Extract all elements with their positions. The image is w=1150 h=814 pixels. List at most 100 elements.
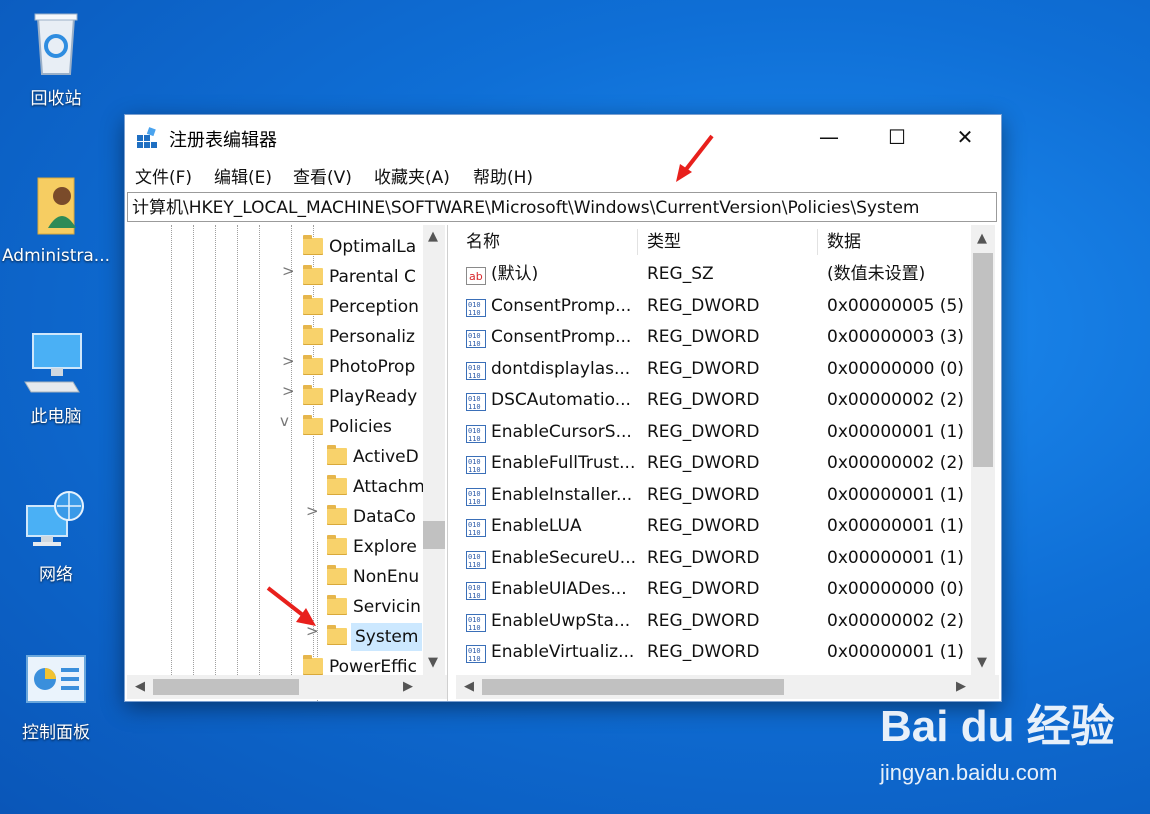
desktop-icon-this-pc[interactable]: 此电脑 (1, 330, 111, 427)
svg-text:110: 110 (468, 340, 481, 348)
menu-help[interactable]: 帮助(H) (473, 163, 533, 188)
value-data: 0x00000000 (0) (827, 358, 964, 379)
value-data: 0x00000001 (1) (827, 516, 964, 536)
scroll-thumb[interactable] (153, 679, 299, 695)
dword-value-icon: 010 110 (466, 328, 486, 348)
value-name: ConsentPromp... (491, 327, 632, 347)
value-name: EnableFullTrust... (491, 453, 635, 473)
collapse-icon[interactable]: v (280, 412, 289, 430)
dword-value-icon: 010 110 (466, 643, 486, 663)
close-icon: ✕ (956, 125, 974, 149)
menu-favorites[interactable]: 收藏夹(A) (374, 163, 450, 188)
value-row[interactable]: 010 110 EnableInstaller... REG_DWORD 0x00000… (456, 480, 971, 511)
scroll-left-icon[interactable]: ◀ (135, 679, 145, 694)
value-row[interactable]: 010 110 EnableLUA REG_DWORD 0x00000001 (1) (456, 511, 971, 542)
folder-icon (327, 475, 347, 495)
value-name: EnableVirtualiz... (491, 642, 635, 662)
value-type: REG_DWORD (647, 453, 760, 473)
folder-icon (303, 355, 323, 375)
address-bar[interactable]: 计算机\HKEY_LOCAL_MACHINE\SOFTWARE\Microsof… (127, 192, 997, 222)
tree-vertical-scrollbar[interactable]: ▲ ▼ (423, 225, 445, 675)
string-value-icon: ab (466, 265, 486, 285)
scroll-right-icon[interactable]: ▶ (403, 679, 413, 694)
desktop-icon-network[interactable]: 网络 (1, 488, 111, 585)
value-row[interactable]: 010 110 DSCAutomatio... REG_DWORD 0x00000002… (456, 385, 971, 416)
close-button[interactable]: ✕ (931, 115, 999, 159)
value-data: 0x00000001 (1) (827, 421, 964, 442)
value-row[interactable]: 010 110 EnableUwpSta... REG_DWORD 0x00000002… (456, 606, 971, 637)
expand-icon[interactable]: > (282, 382, 295, 400)
value-type: REG_DWORD (647, 421, 760, 442)
list-vertical-scrollbar[interactable]: ▲ ▼ (971, 225, 995, 675)
column-header-type[interactable]: 类型 (647, 225, 681, 259)
folder-icon (327, 595, 347, 615)
value-data: 0x00000002 (2) (827, 390, 964, 410)
user-folder-icon (37, 177, 76, 235)
baidu-jingyan-watermark: Bai du 经验 jingyan.baidu.com (880, 690, 1140, 790)
svg-text:010: 010 (468, 364, 481, 372)
value-row[interactable]: 010 110 EnableVirtualiz... REG_DWORD 0x00000… (456, 637, 971, 668)
desktop-icon-control-panel[interactable]: 控制面板 (1, 652, 111, 743)
network-icon (26, 491, 84, 546)
value-row[interactable]: ab (默认) REG_SZ (数值未设置) (456, 259, 971, 290)
folder-icon (327, 535, 347, 555)
value-row[interactable]: 010 110 EnableFullTrust... REG_DWORD 0x00000… (456, 448, 971, 479)
value-row[interactable]: 010 110 ConsentPromp... REG_DWORD 0x00000003… (456, 322, 971, 353)
tree-horizontal-scrollbar[interactable]: ◀ ▶ (127, 675, 447, 699)
value-type: REG_DWORD (647, 390, 760, 410)
menu-view[interactable]: 查看(V) (293, 163, 352, 188)
dword-value-icon: 010 110 (466, 486, 486, 506)
scroll-down-icon[interactable]: ▼ (428, 655, 438, 670)
watermark-brand: Bai du 经验 (880, 702, 1115, 751)
scroll-up-icon[interactable]: ▲ (428, 229, 438, 244)
desktop-icon-recycle-bin[interactable]: 回收站 (1, 8, 111, 109)
value-row[interactable]: 010 110 EnableSecureU... REG_DWORD 0x0000000… (456, 543, 971, 574)
watermark-url: jingyan.baidu.com (880, 760, 1058, 785)
menu-file[interactable]: 文件(F) (135, 163, 192, 188)
svg-text:010: 010 (468, 521, 481, 529)
svg-text:010: 010 (468, 332, 481, 340)
dword-value-icon: 010 110 (466, 454, 486, 474)
scroll-thumb[interactable] (973, 253, 993, 467)
dword-value-icon: 010 110 (466, 549, 486, 569)
value-data: 0x00000005 (5) (827, 295, 964, 316)
scroll-left-icon[interactable]: ◀ (464, 679, 474, 694)
tree-node-system-selected[interactable]: System (327, 623, 423, 651)
folder-icon (303, 235, 323, 255)
value-row[interactable]: 010 110 EnableCursorS... REG_DWORD 0x0000000… (456, 417, 971, 448)
value-data: 0x00000001 (1) (827, 484, 964, 505)
desktop-icon-label: Administra... (1, 246, 111, 266)
value-type: REG_SZ (647, 264, 714, 284)
dword-value-icon: 010 110 (466, 391, 486, 411)
scroll-up-icon[interactable]: ▲ (977, 231, 987, 246)
desktop-icon-label: 网络 (39, 565, 73, 585)
expand-icon[interactable]: > (282, 262, 295, 280)
scroll-down-icon[interactable]: ▼ (977, 655, 987, 670)
scroll-thumb[interactable] (482, 679, 784, 695)
value-row[interactable]: 010 110 dontdisplaylas... REG_DWORD 0x000000… (456, 354, 971, 385)
value-row[interactable]: 010 110 ConsentPromp... REG_DWORD 0x00000005… (456, 291, 971, 322)
value-row[interactable]: 010 110 EnableUIADes... REG_DWORD 0x00000000… (456, 574, 971, 605)
expand-icon[interactable]: > (282, 352, 295, 370)
svg-text:110: 110 (468, 498, 481, 506)
maximize-button[interactable]: ☐ (863, 115, 931, 159)
svg-text:110: 110 (468, 372, 481, 380)
value-data: 0x00000000 (0) (827, 579, 964, 599)
folder-open-icon (303, 415, 323, 435)
value-name: EnableSecureU... (491, 547, 635, 568)
column-header-data[interactable]: 数据 (827, 225, 861, 259)
expand-icon[interactable]: > (306, 502, 319, 520)
desktop-icon-administrator[interactable]: Administra... (1, 170, 111, 266)
column-header-name[interactable]: 名称 (466, 225, 500, 259)
value-name: EnableLUA (491, 516, 582, 536)
folder-icon (327, 505, 347, 525)
dword-value-icon: 010 110 (466, 612, 486, 632)
menu-edit[interactable]: 编辑(E) (214, 163, 272, 188)
value-data: 0x00000002 (2) (827, 453, 964, 473)
svg-text:110: 110 (468, 655, 481, 663)
title-bar[interactable]: 注册表编辑器 — ☐ ✕ (125, 115, 1001, 159)
minimize-button[interactable]: — (795, 115, 863, 159)
value-name: EnableUIADes... (491, 579, 627, 599)
scroll-thumb[interactable] (423, 521, 445, 549)
value-data: 0x00000003 (3) (827, 327, 964, 347)
